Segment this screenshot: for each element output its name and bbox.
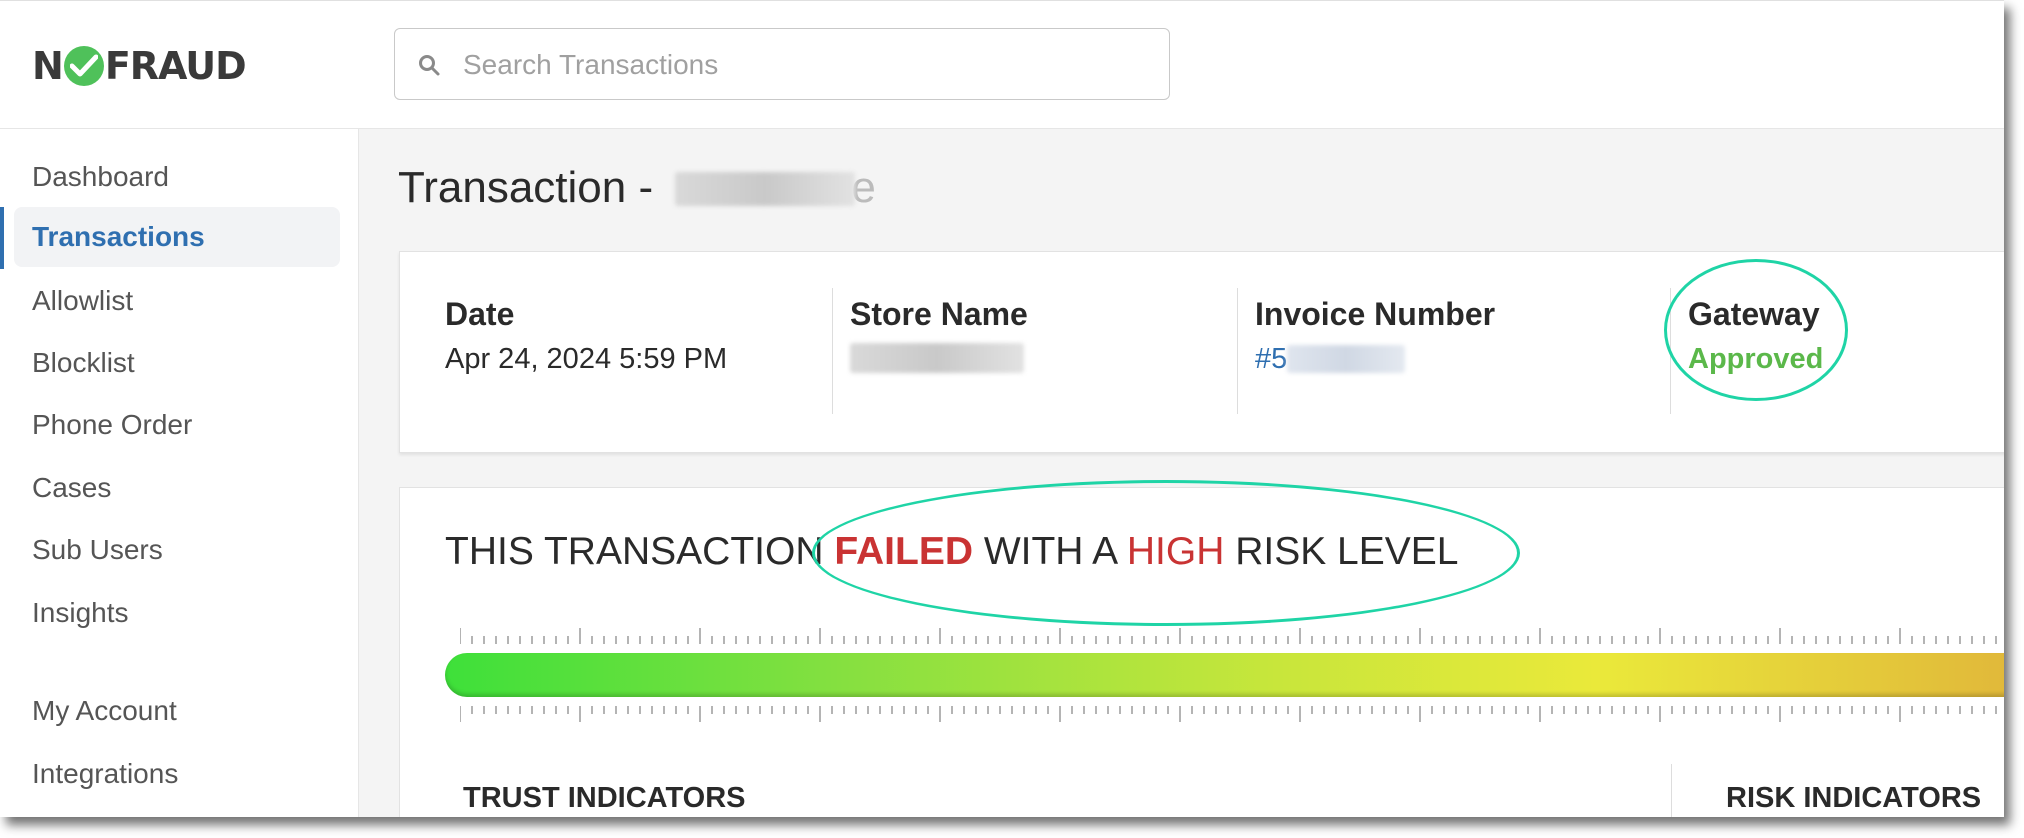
store-name-label: Store Name <box>850 296 1028 332</box>
divider <box>832 288 833 414</box>
trust-indicators-heading: TRUST INDICATORS <box>463 782 746 814</box>
risk-scale-top-ticks <box>460 628 1997 644</box>
check-logo-icon <box>63 46 104 86</box>
page-title-prefix: Transaction - <box>398 163 654 212</box>
sidebar-item-blocklist[interactable]: Blocklist <box>14 333 340 393</box>
search-input[interactable] <box>461 41 1145 89</box>
date-field: Date Apr 24, 2024 5:59 PM <box>445 296 727 376</box>
invoice-number-field: Invoice Number #5 <box>1255 296 1495 376</box>
risk-highlight-circle <box>812 480 1520 626</box>
gateway-highlight-circle <box>1664 259 1848 401</box>
sidebar-item-insights[interactable]: Insights <box>14 583 340 643</box>
redacted-transaction-id <box>675 172 856 206</box>
date-value: Apr 24, 2024 5:59 PM <box>445 343 728 375</box>
page-title-suffix: e <box>851 163 876 212</box>
sidebar-item-dashboard[interactable]: Dashboard <box>14 147 340 207</box>
sidebar-item-integrations[interactable]: Integrations <box>14 744 340 804</box>
store-name-field: Store Name <box>850 296 1028 381</box>
invoice-number-label: Invoice Number <box>1255 296 1496 332</box>
date-label: Date <box>445 296 515 332</box>
sidebar-item-cases[interactable]: Cases <box>14 458 340 518</box>
nofraud-logo[interactable]: N FRAUD <box>32 41 247 91</box>
app-window: N FRAUD Dashboard Transactions Allowlist… <box>0 0 2004 817</box>
sidebar-item-phone-order[interactable]: Phone Order <box>14 395 340 455</box>
risk-scale-bottom-ticks <box>460 706 1997 722</box>
indicators-divider <box>1671 764 1672 817</box>
redacted-store-name <box>850 343 1024 373</box>
redacted-invoice-number <box>1287 345 1406 373</box>
sidebar-item-transactions[interactable]: Transactions <box>14 207 340 267</box>
search-box <box>394 28 1170 100</box>
risk-text-1: THIS TRANSACTION <box>445 530 835 573</box>
active-indicator <box>0 207 4 269</box>
sidebar: Dashboard Transactions Allowlist Blockli… <box>0 129 359 817</box>
risk-meter-bar <box>445 653 2004 697</box>
logo-text-fraud: FRAUD <box>104 44 247 88</box>
page-title: Transaction - e <box>398 163 876 213</box>
search-icon <box>417 53 441 82</box>
divider <box>1237 288 1238 414</box>
store-name-value-wrap <box>850 343 1028 381</box>
risk-indicators-heading: RISK INDICATORS <box>1726 782 1982 814</box>
invoice-number-prefix: #5 <box>1255 343 1288 375</box>
sidebar-item-my-account[interactable]: My Account <box>14 681 340 741</box>
sidebar-item-sub-users[interactable]: Sub Users <box>14 520 340 580</box>
invoice-number-link[interactable]: #5 <box>1255 343 1495 376</box>
logo-text-n: N <box>32 44 64 88</box>
top-header: N FRAUD <box>0 1 2004 129</box>
sidebar-item-allowlist[interactable]: Allowlist <box>14 271 340 331</box>
